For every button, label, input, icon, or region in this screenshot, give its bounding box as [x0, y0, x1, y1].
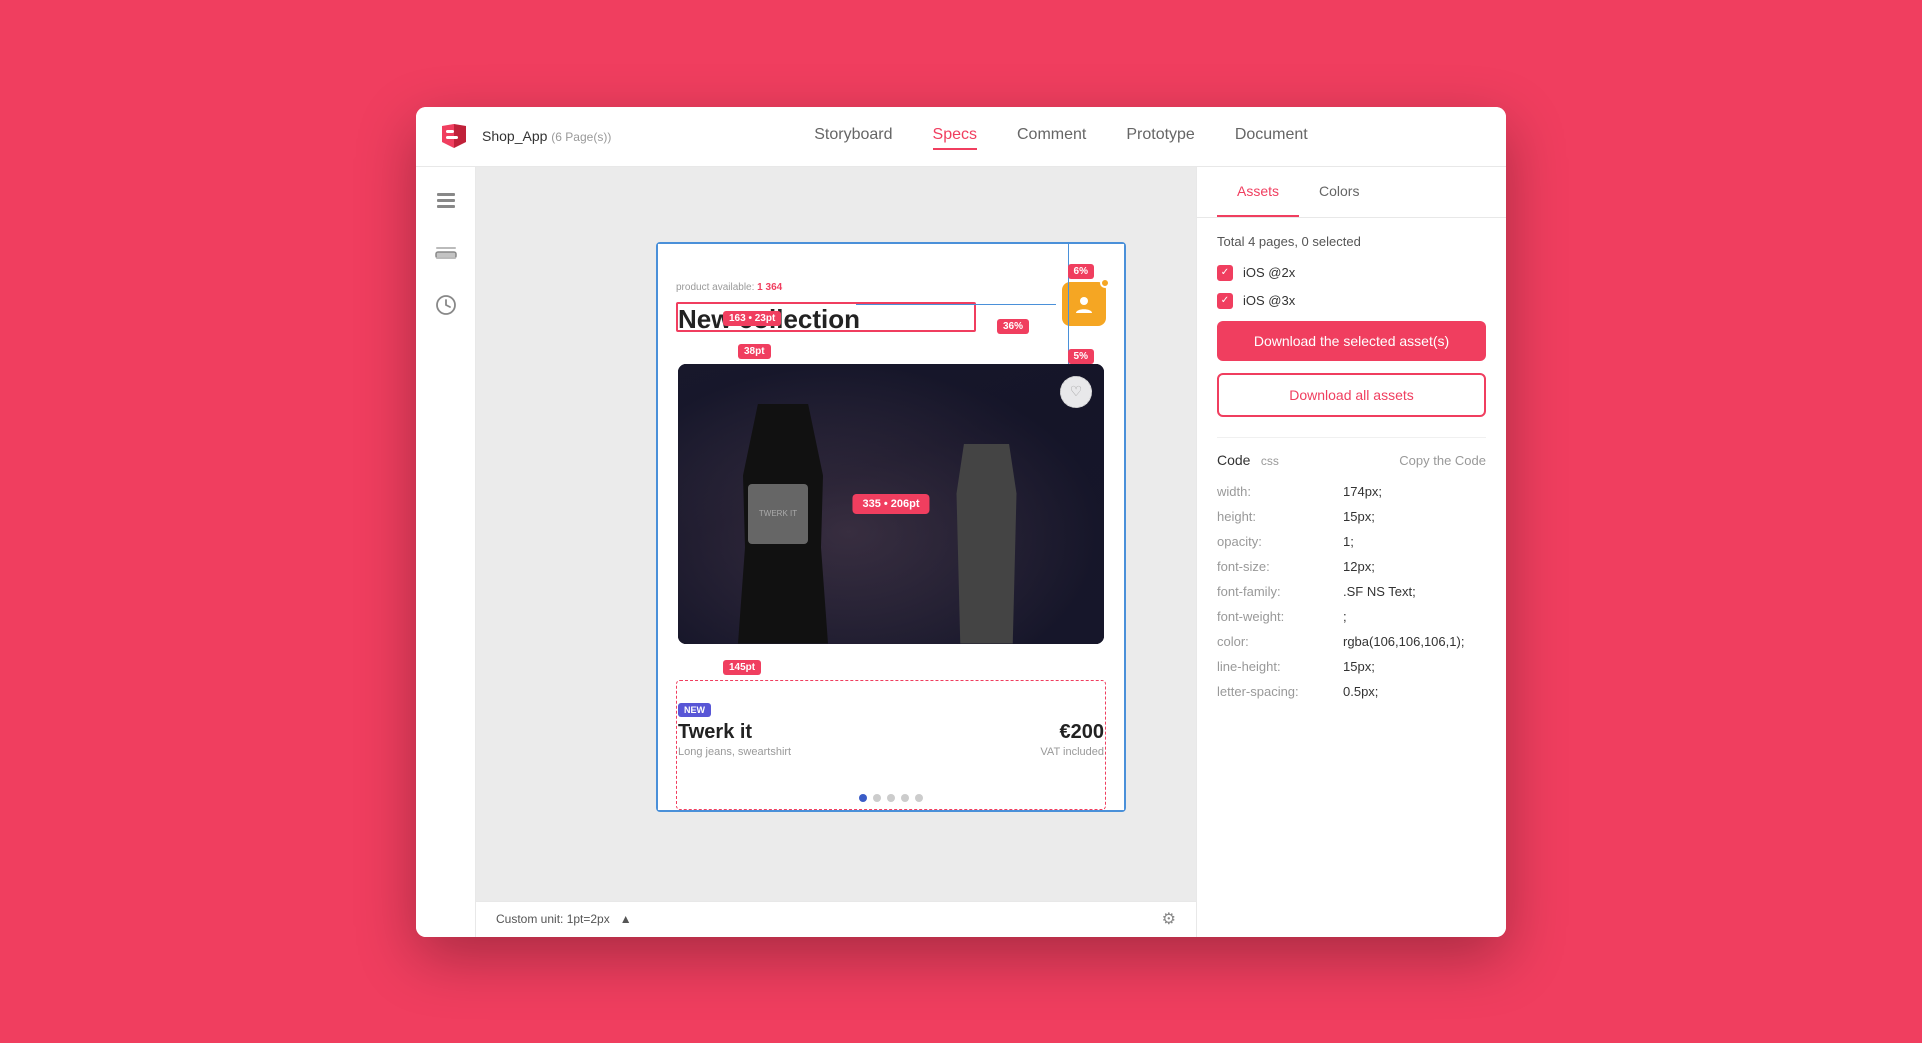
nav-prototype[interactable]: Prototype: [1126, 122, 1194, 150]
product-name-price: Twerk it €200: [678, 721, 1104, 744]
checkbox-row-ios3x: ✓ iOS @3x: [1217, 293, 1486, 309]
spacing-line-horizontal: [856, 304, 1056, 305]
badge-6pct: 6%: [1068, 264, 1094, 279]
code-prop-opacity: opacity: 1;: [1217, 534, 1486, 549]
code-lang: css: [1261, 454, 1279, 468]
badge-335x206: 335 • 206pt: [852, 494, 929, 514]
download-all-button[interactable]: Download all assets: [1217, 373, 1486, 417]
product-info: NEW Twerk it €200 Long jeans, sweartshir…: [658, 680, 1124, 810]
code-section: Code css Copy the Code width: 174px; hei…: [1217, 437, 1486, 699]
nav-specs[interactable]: Specs: [933, 122, 977, 150]
product-price: €200: [1060, 721, 1105, 744]
badge-36pct: 36%: [997, 319, 1029, 334]
copy-code-button[interactable]: Copy the Code: [1399, 453, 1486, 468]
layers-icon[interactable]: [432, 187, 460, 215]
total-pages: Total 4 pages, 0 selected: [1217, 234, 1486, 249]
header-left: Shop_App (6 Page(s)): [436, 118, 636, 154]
product-vat: VAT included: [1040, 746, 1104, 758]
profile-dot: [1100, 278, 1110, 288]
shirt-graphic: TWERK IT: [748, 484, 808, 544]
dot-5: [915, 794, 923, 802]
checkbox-label-ios3x: iOS @3x: [1243, 293, 1295, 308]
app-window: Shop_App (6 Page(s)) Storyboard Specs Co…: [416, 107, 1506, 937]
product-available-label: product available: 1 364: [676, 282, 782, 293]
main-content: product available: 1 364 New collection: [416, 167, 1506, 937]
code-prop-height: height: 15px;: [1217, 509, 1486, 524]
app-title: Shop_App (6 Page(s)): [482, 128, 611, 144]
nav-document[interactable]: Document: [1235, 122, 1308, 150]
product-description: Long jeans, sweartshirt: [678, 746, 791, 758]
bottom-bar: Custom unit: 1pt=2px ▲ ⚙: [476, 901, 1196, 937]
pagination-dots: [859, 794, 923, 802]
code-header: Code css Copy the Code: [1217, 452, 1486, 470]
history-icon[interactable]: [432, 291, 460, 319]
settings-icon[interactable]: ⚙: [1162, 909, 1176, 929]
right-panel-body: Total 4 pages, 0 selected ✓ iOS @2x ✓ iO…: [1197, 218, 1506, 937]
code-title: Code: [1217, 452, 1250, 468]
header-nav: Storyboard Specs Comment Prototype Docum…: [636, 122, 1486, 150]
code-prop-letter-spacing: letter-spacing: 0.5px;: [1217, 684, 1486, 699]
dot-4: [901, 794, 909, 802]
tab-colors[interactable]: Colors: [1299, 167, 1379, 217]
right-panel: Assets Colors Total 4 pages, 0 selected …: [1196, 167, 1506, 937]
code-prop-font-weight: font-weight: ;: [1217, 609, 1486, 624]
product-description-row: Long jeans, sweartshirt VAT included: [678, 746, 1104, 758]
mockup-frame: product available: 1 364 New collection: [656, 242, 1126, 812]
checkbox-ios2x[interactable]: ✓: [1217, 265, 1233, 281]
nav-storyboard[interactable]: Storyboard: [814, 122, 892, 150]
checkbox-label-ios2x: iOS @2x: [1243, 265, 1295, 280]
dot-3: [887, 794, 895, 802]
download-selected-button[interactable]: Download the selected asset(s): [1217, 321, 1486, 361]
tab-assets[interactable]: Assets: [1217, 167, 1299, 217]
dashed-selection: [676, 680, 1106, 810]
badge-5pct: 5%: [1068, 349, 1094, 364]
code-prop-width: width: 174px;: [1217, 484, 1486, 499]
header: Shop_App (6 Page(s)) Storyboard Specs Co…: [416, 107, 1506, 167]
product-name: Twerk it: [678, 721, 752, 744]
badge-38pt: 38pt: [738, 344, 771, 359]
product-image: TWERK IT ♡ 335 • 206pt: [678, 364, 1104, 644]
dot-2: [873, 794, 881, 802]
dot-1: [859, 794, 867, 802]
silhouette-right: [949, 444, 1024, 644]
right-panel-tabs: Assets Colors: [1197, 167, 1506, 218]
spacing-line-vertical: [1068, 244, 1069, 364]
code-prop-line-height: line-height: 15px;: [1217, 659, 1486, 674]
left-sidebar: [416, 167, 476, 937]
badge-dimension-163x23: 163 • 23pt: [723, 311, 781, 326]
canvas-area: product available: 1 364 New collection: [476, 167, 1196, 937]
logo-icon: [436, 118, 472, 154]
nav-comment[interactable]: Comment: [1017, 122, 1086, 150]
unit-arrow[interactable]: ▲: [620, 912, 632, 926]
code-prop-color: color: rgba(106,106,106,1);: [1217, 634, 1486, 649]
checkbox-row-ios2x: ✓ iOS @2x: [1217, 265, 1486, 281]
mockup-inner: product available: 1 364 New collection: [658, 244, 1124, 810]
stacks-icon[interactable]: [432, 239, 460, 267]
code-prop-font-family: font-family: .SF NS Text;: [1217, 584, 1486, 599]
checkbox-ios3x[interactable]: ✓: [1217, 293, 1233, 309]
code-prop-font-size: font-size: 12px;: [1217, 559, 1486, 574]
badge-145pt: 145pt: [723, 660, 761, 675]
heart-button[interactable]: ♡: [1060, 376, 1092, 408]
unit-label: Custom unit: 1pt=2px: [496, 912, 610, 926]
new-badge: NEW: [678, 703, 711, 717]
